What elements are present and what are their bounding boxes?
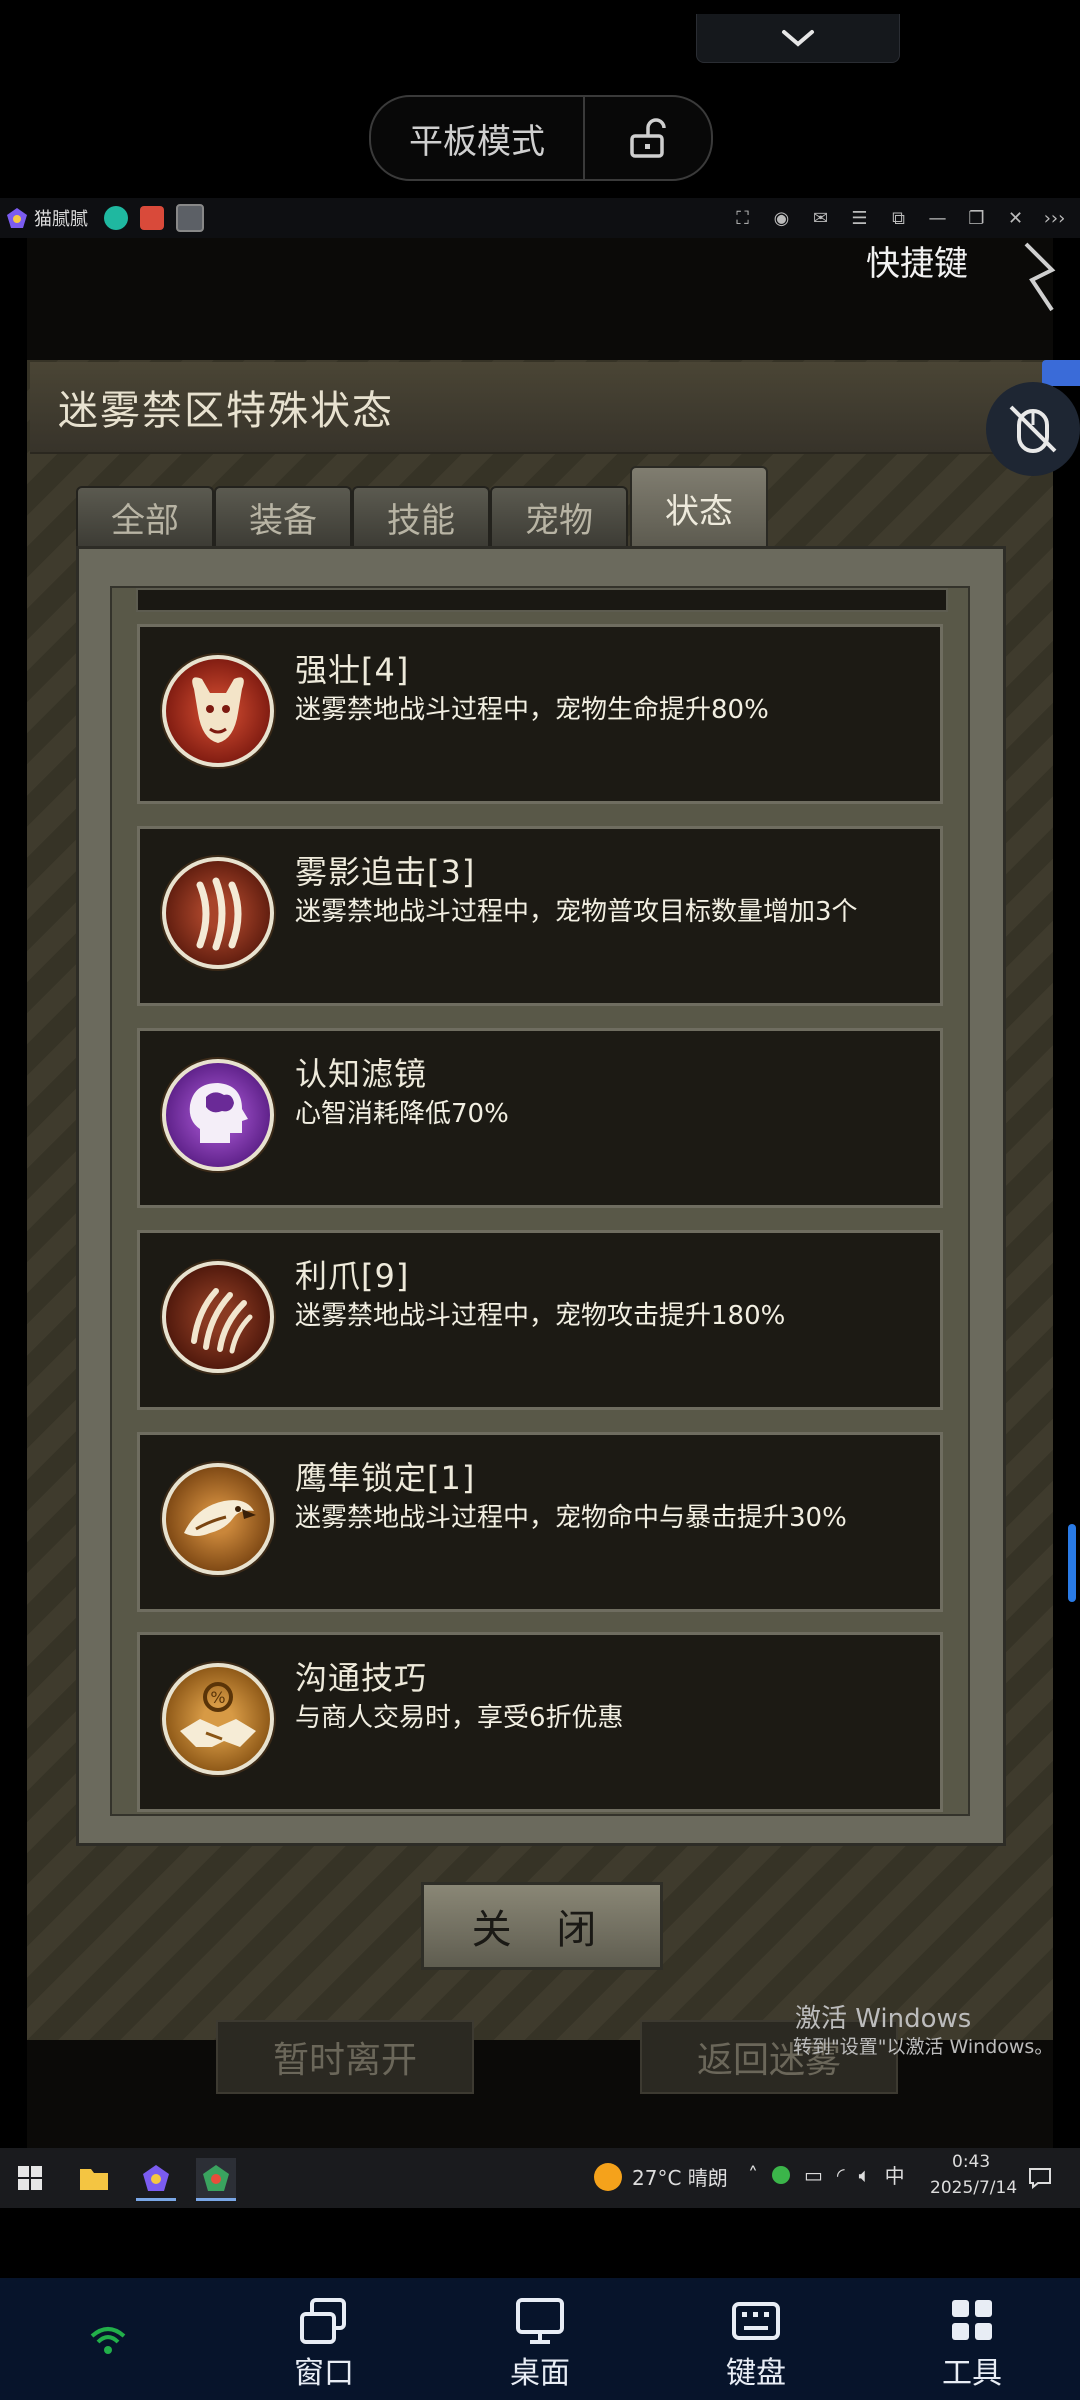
user-icon[interactable]: ◉ xyxy=(762,208,801,229)
wifi-icon[interactable] xyxy=(88,2324,128,2360)
tablet-mode-label: 平板模式 xyxy=(371,97,585,179)
status-name: 认知滤镜 xyxy=(295,1055,428,1093)
hotkey-button[interactable]: 快捷键 xyxy=(866,236,968,285)
notification-icon[interactable] xyxy=(1020,2158,1060,2198)
svg-text:%: % xyxy=(210,1688,225,1707)
status-name: 沟通技巧 xyxy=(295,1659,428,1697)
tab-equipment[interactable]: 装备 xyxy=(214,486,352,546)
window-icon xyxy=(300,2298,346,2344)
volume-icon[interactable]: 🔈︎ xyxy=(859,2163,871,2187)
system-tray: ˄ ▭ ◜ 🔈︎ 中 xyxy=(748,2160,905,2189)
chevron-down-icon xyxy=(782,30,814,47)
taskbar-app-2-icon[interactable] xyxy=(196,2158,236,2201)
activate-windows-subtitle: 转到"设置"以激活 Windows。 xyxy=(793,2036,1054,2058)
status-desc: 迷雾禁地战斗过程中，宠物生命提升80% xyxy=(295,695,769,725)
nav-label: 工具 xyxy=(942,2356,1002,2391)
mail-icon[interactable]: ✉ xyxy=(801,208,840,229)
app-logo-icon xyxy=(7,208,27,228)
nav-tools[interactable]: 工具 xyxy=(912,2296,1032,2392)
restore-icon[interactable]: ❐ xyxy=(957,208,996,229)
emu-tab-1-icon[interactable] xyxy=(104,206,128,230)
tab-status[interactable]: 状态 xyxy=(630,466,768,548)
brain-head-icon xyxy=(162,1059,274,1171)
status-name: 强壮[4] xyxy=(295,651,410,689)
status-card[interactable]: % 沟通技巧 与商人交易时，享受6折优惠 xyxy=(137,1632,943,1812)
nav-keyboard[interactable]: 键盘 xyxy=(696,2296,816,2392)
claws-icon xyxy=(162,1261,274,1373)
status-name: 雾影追击[3] xyxy=(295,853,476,891)
screenshot-icon[interactable]: ⛶ xyxy=(723,208,762,229)
status-card[interactable]: 雾影追击[3] 迷雾禁地战斗过程中，宠物普攻目标数量增加3个 xyxy=(137,826,943,1006)
clock-date[interactable]: 2025/7/14 xyxy=(930,2178,1017,2198)
emulator-title-bar: 猫腻腻 ⛶ ◉ ✉ ☰ ⧉ — ❐ ✕ ››› xyxy=(0,198,1080,238)
claw-slash-icon xyxy=(162,857,274,969)
tab-all[interactable]: 全部 xyxy=(76,486,214,546)
battery-icon[interactable]: ▭ xyxy=(804,2163,823,2187)
window-switch-icon[interactable]: ⧉ xyxy=(879,208,918,229)
status-name: 利爪[9] xyxy=(295,1257,410,1295)
windows-start-icon[interactable] xyxy=(10,2158,50,2198)
close-icon[interactable]: ✕ xyxy=(996,208,1035,229)
bull-icon xyxy=(162,655,274,767)
status-name: 鹰隼锁定[1] xyxy=(295,1459,476,1497)
status-desc: 与商人交易时，享受6折优惠 xyxy=(295,1703,624,1733)
fan-icon[interactable] xyxy=(1022,240,1056,314)
nav-label: 键盘 xyxy=(726,2356,786,2391)
emulator-app[interactable]: 猫腻腻 xyxy=(6,205,88,231)
handshake-icon: % xyxy=(162,1663,274,1775)
collapse-toolbar-button[interactable] xyxy=(696,14,900,63)
emu-tab-game-icon[interactable] xyxy=(176,204,204,232)
nav-label: 窗口 xyxy=(294,2356,354,2391)
close-button[interactable]: 关 闭 xyxy=(421,1882,663,1970)
tab-skills[interactable]: 技能 xyxy=(352,486,490,546)
keyboard-icon xyxy=(732,2302,780,2340)
mouse-icon xyxy=(1009,405,1057,453)
clock-time[interactable]: 0:43 xyxy=(952,2152,990,2172)
nav-desktop[interactable]: 桌面 xyxy=(480,2296,600,2392)
tray-app-icon[interactable] xyxy=(772,2165,790,2184)
network-icon[interactable]: ◜ xyxy=(837,2163,845,2187)
status-desc: 迷雾禁地战斗过程中，宠物命中与暴击提升30% xyxy=(295,1503,847,1533)
scrollbar-handle[interactable] xyxy=(1068,1524,1076,1602)
list-item-partial xyxy=(136,588,948,612)
taskbar-app-1-icon[interactable] xyxy=(136,2158,176,2201)
status-desc: 迷雾禁地战斗过程中，宠物普攻目标数量增加3个 xyxy=(295,897,858,927)
file-explorer-icon[interactable] xyxy=(74,2158,114,2198)
app-name: 猫腻腻 xyxy=(34,209,88,230)
monitor-icon xyxy=(516,2298,564,2344)
weather-sun-icon[interactable] xyxy=(594,2163,622,2191)
nav-window[interactable]: 窗口 xyxy=(264,2296,384,2392)
status-card[interactable]: 鹰隼锁定[1] 迷雾禁地战斗过程中，宠物命中与暴击提升30% xyxy=(137,1432,943,1612)
activate-windows-title: 激活 Windows xyxy=(795,2004,972,2034)
floating-mouse-control[interactable] xyxy=(986,382,1080,476)
emu-tab-2-icon[interactable] xyxy=(140,206,164,230)
tools-grid-icon xyxy=(952,2300,992,2340)
tablet-mode-toggle[interactable]: 平板模式 xyxy=(369,95,713,181)
eagle-icon xyxy=(162,1463,274,1575)
tab-pets[interactable]: 宠物 xyxy=(490,486,628,546)
panel-title: 迷雾禁区特殊状态 xyxy=(58,388,394,434)
ime-indicator[interactable]: 中 xyxy=(885,2160,905,2189)
more-icon[interactable]: ››› xyxy=(1035,208,1074,229)
floating-badge[interactable] xyxy=(1042,360,1080,386)
nav-label: 桌面 xyxy=(510,2356,570,2391)
tray-expand-icon[interactable]: ˄ xyxy=(748,2163,758,2187)
status-desc: 迷雾禁地战斗过程中，宠物攻击提升180% xyxy=(295,1301,786,1331)
status-desc: 心智消耗降低70% xyxy=(295,1099,509,1129)
status-card[interactable]: 利爪[9] 迷雾禁地战斗过程中，宠物攻击提升180% xyxy=(137,1230,943,1410)
unlock-icon[interactable] xyxy=(585,116,711,160)
weather-text[interactable]: 27°C 晴朗 xyxy=(632,2162,728,2191)
status-card[interactable]: 认知滤镜 心智消耗降低70% xyxy=(137,1028,943,1208)
status-card[interactable]: 强壮[4] 迷雾禁地战斗过程中，宠物生命提升80% xyxy=(137,624,943,804)
menu-icon[interactable]: ☰ xyxy=(840,208,879,229)
leave-temporarily-button[interactable]: 暂时离开 xyxy=(216,2020,474,2094)
minimize-icon[interactable]: — xyxy=(918,208,957,229)
